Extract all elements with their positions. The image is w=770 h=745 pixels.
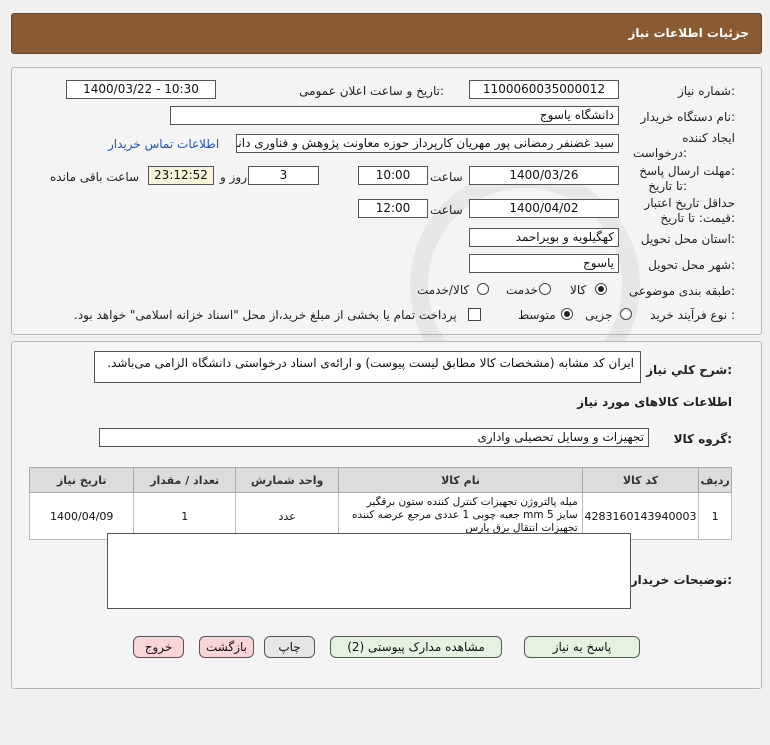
province-label: استان محل تحویل: — [640, 232, 735, 246]
col-row-header: ردیف — [698, 467, 732, 493]
back-button[interactable]: بازگشت — [199, 636, 254, 658]
city-field: یاسوج — [469, 254, 619, 273]
category-goods-radio[interactable] — [595, 283, 607, 295]
page-header: جزئیات اطلاعات نیاز — [11, 13, 762, 54]
goods-group-field: تجهیزات و وسایل تحصیلی واداری — [99, 428, 649, 447]
goods-section-title: اطلاعات کالاهای مورد نیاز — [577, 395, 732, 409]
need-number-field: 1100060035000012 — [469, 80, 619, 99]
treasury-payment-checkbox[interactable] — [468, 308, 481, 321]
summary-label: شرح کلي نياز: — [646, 363, 732, 377]
attachments-button[interactable]: مشاهده مدارک پیوستی (2) — [330, 636, 502, 658]
buyer-org-field: دانشگاه یاسوج — [170, 106, 619, 125]
days-remaining-field: 3 — [248, 166, 319, 185]
purchase-type-label: نوع فرآیند خرید : — [650, 308, 735, 322]
category-service-label: خدمت — [506, 283, 538, 297]
creator-label-1: ایجاد کننده — [682, 131, 735, 145]
col-name-header: نام کالا — [338, 467, 583, 493]
category-both-label: کالا/خدمت — [417, 283, 470, 297]
purchase-medium-label: متوسط — [518, 308, 556, 322]
buyer-notes-field — [107, 533, 631, 609]
validity-time-field: 12:00 — [358, 199, 428, 218]
category-label: طبقه بندی موضوعی: — [628, 284, 735, 298]
creator-label-2: درخواست: — [633, 146, 687, 160]
print-button[interactable]: چاپ — [264, 636, 315, 658]
col-code-header: کد کالا — [581, 467, 700, 493]
exit-button[interactable]: خروج — [133, 636, 184, 658]
announce-date-field: 1400/03/22 - 10:30 — [66, 80, 216, 99]
validity-date-field: 1400/04/02 — [469, 199, 619, 218]
deadline-time-field: 10:00 — [358, 166, 428, 185]
deadline-label-2: تا تاریخ: — [648, 179, 687, 193]
items-table-header: ردیف کد کالا نام کالا واحد شمارش تعداد /… — [28, 467, 732, 493]
announce-date-label: تاریخ و ساعت اعلان عمومی: — [299, 84, 444, 98]
deadline-date-field: 1400/03/26 — [469, 166, 619, 185]
need-number-label: شماره نیاز: — [677, 84, 735, 98]
page-title: جزئیات اطلاعات نیاز — [628, 26, 749, 40]
validity-time-label: ساعت — [430, 203, 463, 217]
col-qty-header: تعداد / مقدار — [133, 467, 236, 493]
days-label: روز و — [220, 170, 247, 184]
col-date-header: تاریخ نیاز — [28, 467, 135, 493]
col-unit-header: واحد شمارش — [234, 467, 340, 493]
summary-field: ایران کد مشابه (مشخصات کالا مطابق لیست پ… — [94, 351, 641, 383]
reply-button[interactable]: پاسخ به نیاز — [524, 636, 640, 658]
remaining-time-label: ساعت باقی مانده — [50, 170, 140, 184]
province-field: کهگیلویه و بویراحمد — [469, 228, 619, 247]
validity-label-2: قیمت: تا تاریخ: — [660, 211, 735, 225]
remaining-time-field: 23:12:52 — [148, 166, 214, 185]
category-both-radio[interactable] — [477, 283, 489, 295]
deadline-time-label: ساعت — [430, 170, 463, 184]
deadline-label-1: مهلت ارسال پاسخ: — [639, 164, 735, 178]
category-goods-label: کالا — [570, 283, 587, 297]
cell-row: 1 — [698, 492, 732, 540]
purchase-minor-radio[interactable] — [620, 308, 632, 320]
category-service-radio[interactable] — [539, 283, 551, 295]
items-table: ردیف کد کالا نام کالا واحد شمارش تعداد /… — [28, 467, 732, 540]
city-label: شهر محل تحویل: — [648, 258, 735, 272]
treasury-payment-note: پرداخت تمام یا بخشی از مبلغ خرید،از محل … — [74, 308, 457, 322]
buyer-notes-label: توضیحات خریدار: — [630, 573, 732, 587]
goods-group-label: گروه کالا: — [673, 432, 732, 446]
validity-label-1: حداقل تاریخ اعتبار — [644, 196, 735, 210]
purchase-minor-label: جزیی — [585, 308, 613, 322]
purchase-medium-radio[interactable] — [561, 308, 573, 320]
contact-info-link[interactable]: اطلاعات تماس خریدار — [108, 137, 219, 151]
creator-field: سید غضنفر رمضانی پور مهریان کارپرداز حوز… — [236, 134, 619, 153]
buyer-org-label: نام دستگاه خریدار: — [640, 110, 736, 124]
